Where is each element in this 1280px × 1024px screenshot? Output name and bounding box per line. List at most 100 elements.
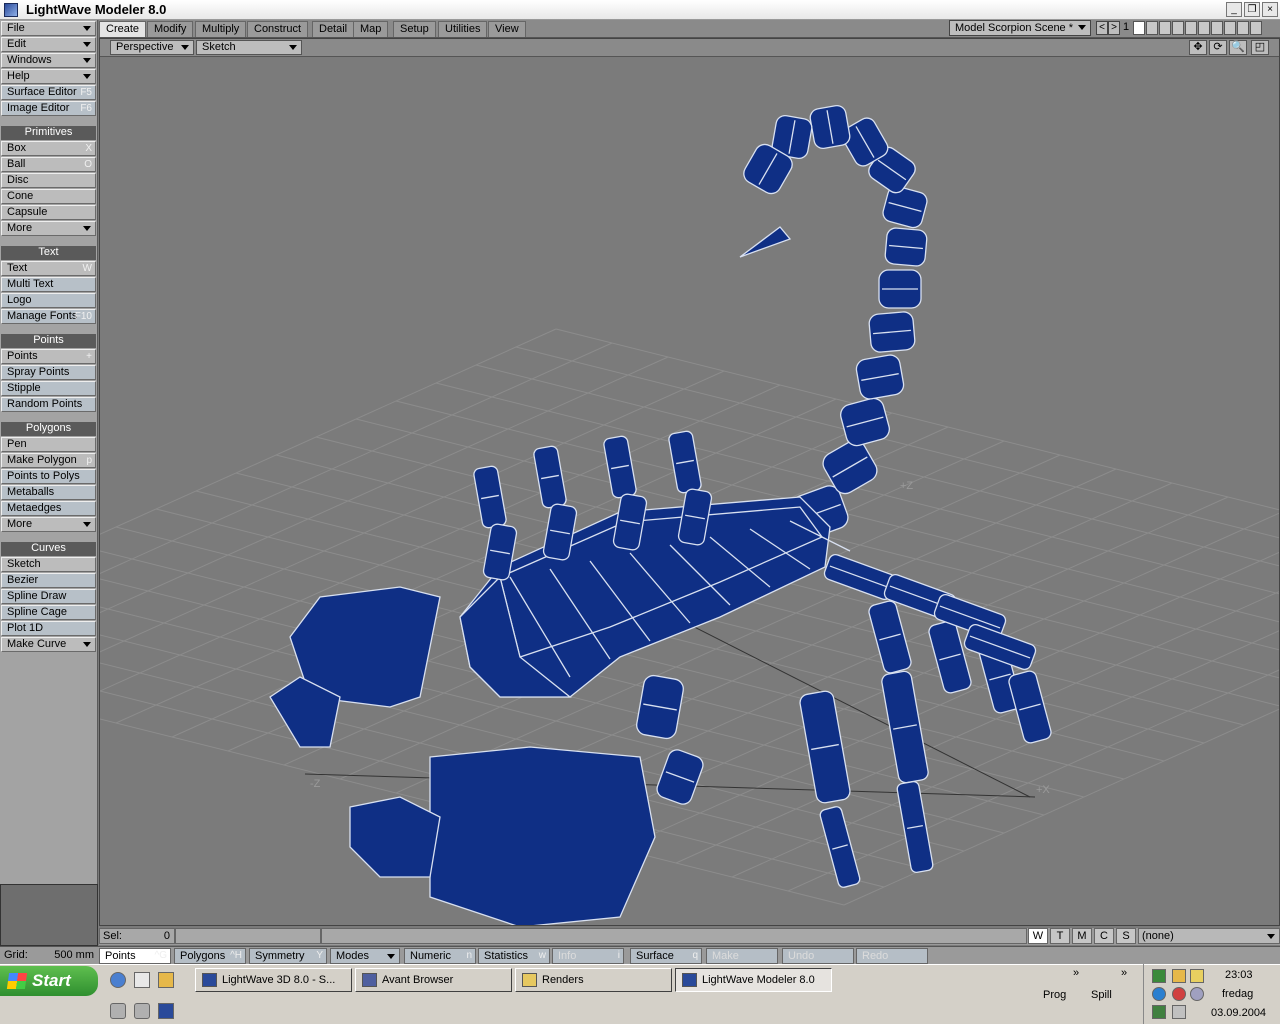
tab-map[interactable]: Map xyxy=(353,21,389,37)
ball-tool-button[interactable]: Ball O xyxy=(1,157,96,172)
drive-icon[interactable] xyxy=(110,1003,126,1019)
surface-editor-button[interactable]: Surface Editor F5 xyxy=(1,85,96,100)
modes-mode-button[interactable]: Modes xyxy=(330,948,400,964)
next-layer-button[interactable]: > xyxy=(1108,21,1120,35)
layer-toggle[interactable] xyxy=(1146,21,1158,35)
info-mode-button[interactable]: Info i xyxy=(552,948,624,964)
undo-mode-button[interactable]: Undo xyxy=(782,948,854,964)
taskbar-item-avant-browser[interactable]: Avant Browser xyxy=(355,968,512,992)
view-toggle-c[interactable]: C xyxy=(1094,928,1114,944)
tray-app-icon[interactable] xyxy=(1152,969,1166,983)
toolbar-spill[interactable]: Spill xyxy=(1091,989,1112,1001)
capsule-tool-button[interactable]: Capsule xyxy=(1,205,96,220)
taskbar-item-lightwave-3d-8-0-s[interactable]: LightWave 3D 8.0 - S... xyxy=(195,968,352,992)
random-points-tool-button[interactable]: Random Points xyxy=(1,397,96,412)
tab-construct[interactable]: Construct xyxy=(247,21,309,37)
layer-toggle[interactable] xyxy=(1172,21,1184,35)
view-toggle-t[interactable]: T xyxy=(1050,928,1070,944)
rotate-view-icon[interactable]: ⟳ xyxy=(1209,40,1227,55)
points-tool-button[interactable]: Points + xyxy=(1,349,96,364)
tray-user-icon[interactable] xyxy=(1152,1005,1166,1019)
view-toggle-s[interactable]: S xyxy=(1116,928,1136,944)
tray-antivirus-icon[interactable] xyxy=(1172,987,1186,1001)
clock-time[interactable]: 23:03 xyxy=(1225,969,1253,981)
zoom-view-icon[interactable]: 🔍 xyxy=(1229,40,1247,55)
viewport[interactable]: Perspective Sketch ✥ ⟳ 🔍 ◰ +X -Z +Z xyxy=(99,38,1280,926)
minimize-button[interactable]: _ xyxy=(1226,2,1242,17)
view-type-dropdown[interactable]: Perspective xyxy=(110,40,194,55)
layer-toggle[interactable] xyxy=(1198,21,1210,35)
manage-fonts-tool-button[interactable]: Manage Fonts F10 xyxy=(1,309,96,324)
more-tool-button[interactable]: More xyxy=(1,517,96,532)
sketch-tool-button[interactable]: Sketch xyxy=(1,557,96,572)
surface-dropdown[interactable]: (none) xyxy=(1138,928,1280,944)
tab-create[interactable]: Create xyxy=(99,21,147,37)
render-mode-dropdown[interactable]: Sketch xyxy=(196,40,302,55)
tray-folder-icon[interactable] xyxy=(1190,969,1204,983)
menu-windows[interactable]: Windows xyxy=(1,53,96,68)
spline-cage-tool-button[interactable]: Spline Cage xyxy=(1,605,96,620)
logo-tool-button[interactable]: Logo xyxy=(1,293,96,308)
numeric-mode-button[interactable]: Numeric n xyxy=(404,948,476,964)
points-mode-button[interactable]: Points ^G xyxy=(99,948,171,964)
cone-tool-button[interactable]: Cone xyxy=(1,189,96,204)
redo-mode-button[interactable]: Redo xyxy=(856,948,928,964)
view-toggle-w[interactable]: W xyxy=(1028,928,1048,944)
statistics-mode-button[interactable]: Statistics w xyxy=(478,948,550,964)
text-tool-button[interactable]: Text W xyxy=(1,261,96,276)
pen-tool-button[interactable]: Pen xyxy=(1,437,96,452)
menu-file[interactable]: File xyxy=(1,21,96,36)
move-view-icon[interactable]: ✥ xyxy=(1189,40,1207,55)
multi-text-tool-button[interactable]: Multi Text xyxy=(1,277,96,292)
toolbar-prog[interactable]: Prog xyxy=(1043,989,1066,1001)
tray-globe-icon[interactable] xyxy=(1152,987,1166,1001)
tab-modify[interactable]: Modify xyxy=(147,21,194,37)
layer-toggle[interactable] xyxy=(1211,21,1223,35)
taskbar-item-lightwave-modeler-8-0[interactable]: LightWave Modeler 8.0 xyxy=(675,968,832,992)
spline-draw-tool-button[interactable]: Spline Draw xyxy=(1,589,96,604)
stipple-tool-button[interactable]: Stipple xyxy=(1,381,96,396)
tray-tool-icon[interactable] xyxy=(1172,969,1186,983)
tab-utilities[interactable]: Utilities xyxy=(438,21,488,37)
expand-icon[interactable]: » xyxy=(1121,967,1127,979)
drive-icon[interactable] xyxy=(134,1003,150,1019)
layer-toggle[interactable] xyxy=(1250,21,1262,35)
tools-icon[interactable] xyxy=(158,972,174,988)
tray-computer-icon[interactable] xyxy=(1172,1005,1186,1019)
maximize-view-icon[interactable]: ◰ xyxy=(1251,40,1269,55)
plot-1d-tool-button[interactable]: Plot 1D xyxy=(1,621,96,636)
menu-edit[interactable]: Edit xyxy=(1,37,96,52)
more-tool-button[interactable]: More xyxy=(1,221,96,236)
make-mode-button[interactable]: Make xyxy=(706,948,778,964)
tab-multiply[interactable]: Multiply xyxy=(195,21,247,37)
scene-canvas[interactable]: +X -Z +Z xyxy=(100,57,1279,925)
surface-mode-button[interactable]: Surface q xyxy=(630,948,702,964)
spray-points-tool-button[interactable]: Spray Points xyxy=(1,365,96,380)
layer-toggle[interactable] xyxy=(1159,21,1171,35)
close-button[interactable]: × xyxy=(1262,2,1278,17)
metaedges-tool-button[interactable]: Metaedges xyxy=(1,501,96,516)
layer-toggle[interactable] xyxy=(1224,21,1236,35)
symmetry-mode-button[interactable]: Symmetry Y xyxy=(249,948,327,964)
make-curve-tool-button[interactable]: Make Curve xyxy=(1,637,96,652)
make-polygon-tool-button[interactable]: Make Polygon p xyxy=(1,453,96,468)
scene-select-dropdown[interactable]: Model Scorpion Scene * xyxy=(949,20,1091,36)
restore-button[interactable]: ❐ xyxy=(1244,2,1260,17)
layer-toggle[interactable] xyxy=(1185,21,1197,35)
avant-icon[interactable] xyxy=(158,1003,174,1019)
taskbar-item-renders[interactable]: Renders xyxy=(515,968,672,992)
metaballs-tool-button[interactable]: Metaballs xyxy=(1,485,96,500)
points-to-polys-tool-button[interactable]: Points to Polys xyxy=(1,469,96,484)
menu-help[interactable]: Help xyxy=(1,69,96,84)
tab-view[interactable]: View xyxy=(488,21,526,37)
layer-toggle[interactable] xyxy=(1237,21,1249,35)
disc-tool-button[interactable]: Disc xyxy=(1,173,96,188)
tab-setup[interactable]: Setup xyxy=(393,21,436,37)
scorpion-mesh[interactable] xyxy=(269,104,1053,925)
expand-icon[interactable]: » xyxy=(1073,967,1079,979)
polygons-mode-button[interactable]: Polygons ^H xyxy=(174,948,246,964)
view-toggle-m[interactable]: M xyxy=(1072,928,1092,944)
tray-network-icon[interactable] xyxy=(1190,987,1204,1001)
start-button[interactable]: Start xyxy=(0,966,98,996)
box-tool-button[interactable]: Box X xyxy=(1,141,96,156)
